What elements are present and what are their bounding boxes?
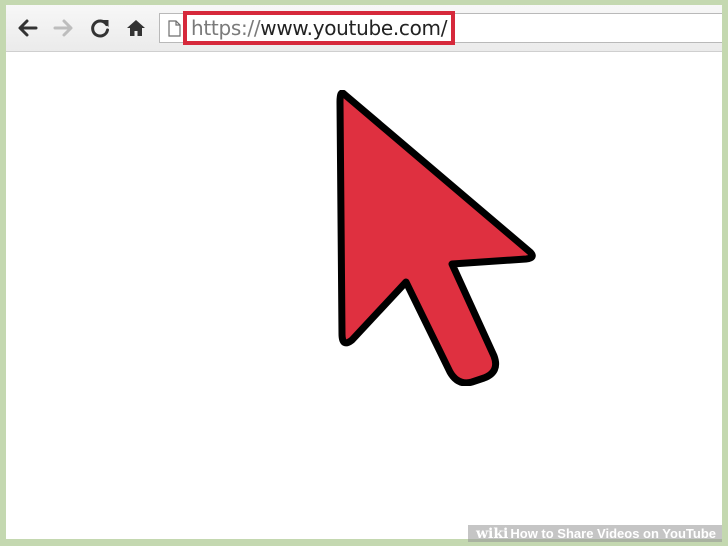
url-text[interactable]: https://www.youtube.com/ xyxy=(191,16,447,40)
url-scheme: https:// xyxy=(191,16,261,40)
back-button[interactable] xyxy=(14,15,40,41)
pointer-arrow-icon xyxy=(336,90,536,386)
arrow-right-icon xyxy=(53,19,73,37)
watermark-title-rest: to Share Videos on YouTube xyxy=(537,526,716,541)
watermark-title: How to Share Videos on YouTube xyxy=(510,526,716,541)
home-icon xyxy=(127,20,145,36)
page-icon xyxy=(168,20,181,37)
reload-icon xyxy=(91,19,109,38)
watermark-logo: wiki xyxy=(475,525,509,542)
browser-window: https://www.youtube.com/ xyxy=(6,5,722,539)
page-content xyxy=(6,52,722,539)
url-highlight-box: https://www.youtube.com/ xyxy=(183,11,456,45)
home-button[interactable] xyxy=(123,15,149,41)
reload-button[interactable] xyxy=(87,15,113,41)
browser-toolbar: https://www.youtube.com/ xyxy=(6,5,722,52)
url-host: www.youtube.com/ xyxy=(260,16,448,40)
watermark-title-bold: How xyxy=(510,526,538,541)
arrow-left-icon xyxy=(18,19,38,37)
address-bar[interactable]: https://www.youtube.com/ xyxy=(159,11,722,45)
watermark: wiki How to Share Videos on YouTube xyxy=(467,525,722,542)
forward-button[interactable] xyxy=(51,15,77,41)
